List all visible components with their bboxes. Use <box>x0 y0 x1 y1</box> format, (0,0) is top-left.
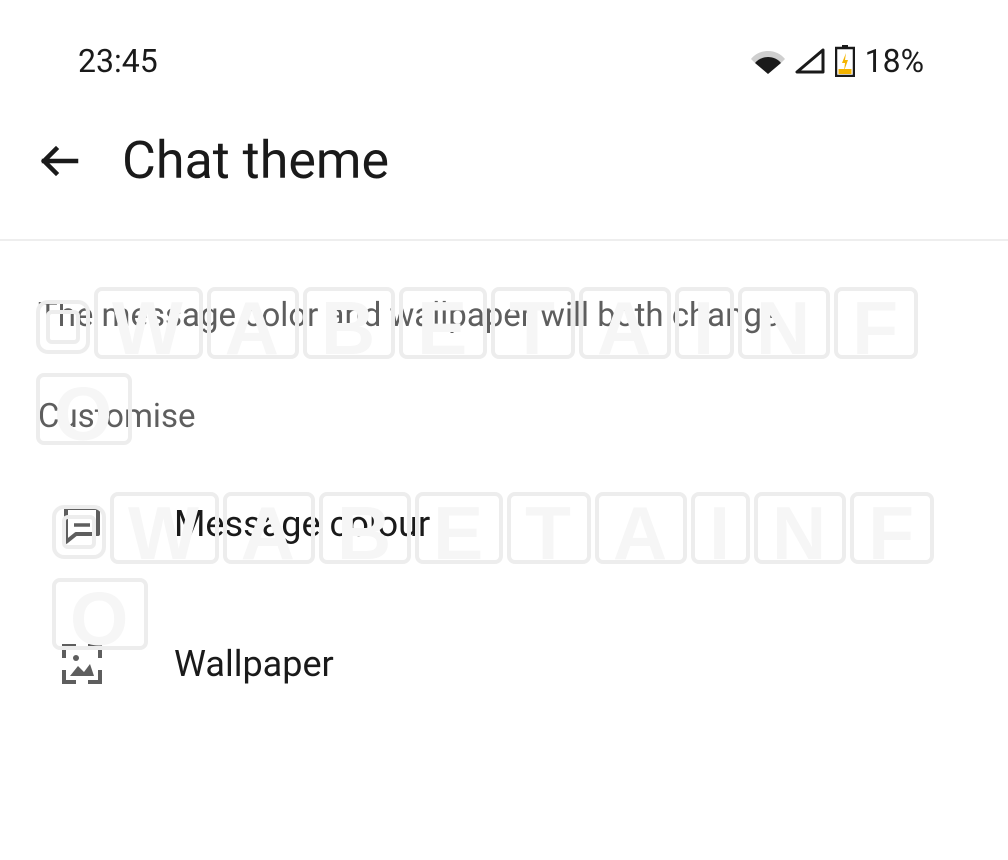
battery-percent: 18% <box>865 42 924 80</box>
status-bar: 23:45 18% <box>0 0 1008 100</box>
battery-icon <box>835 45 855 77</box>
list-item-wallpaper[interactable]: Wallpaper <box>0 594 1008 734</box>
arrow-left-icon <box>38 140 80 182</box>
list-item-label: Wallpaper <box>174 643 334 685</box>
list-item-message-colour[interactable]: Message colour <box>0 454 1008 594</box>
status-indicators: 18% <box>751 42 960 80</box>
app-bar: Chat theme <box>0 100 1008 241</box>
signal-icon <box>795 48 825 74</box>
list-item-label: Message colour <box>174 503 430 545</box>
message-icon <box>60 502 104 546</box>
wallpaper-icon <box>60 642 104 686</box>
back-button[interactable] <box>38 140 80 182</box>
section-header-customise: Customise <box>0 369 1008 454</box>
wifi-icon <box>751 48 785 74</box>
status-time: 23:45 <box>78 42 158 80</box>
description-text: The message color and wallpaper will bot… <box>0 241 1008 369</box>
page-title: Chat theme <box>122 130 389 191</box>
